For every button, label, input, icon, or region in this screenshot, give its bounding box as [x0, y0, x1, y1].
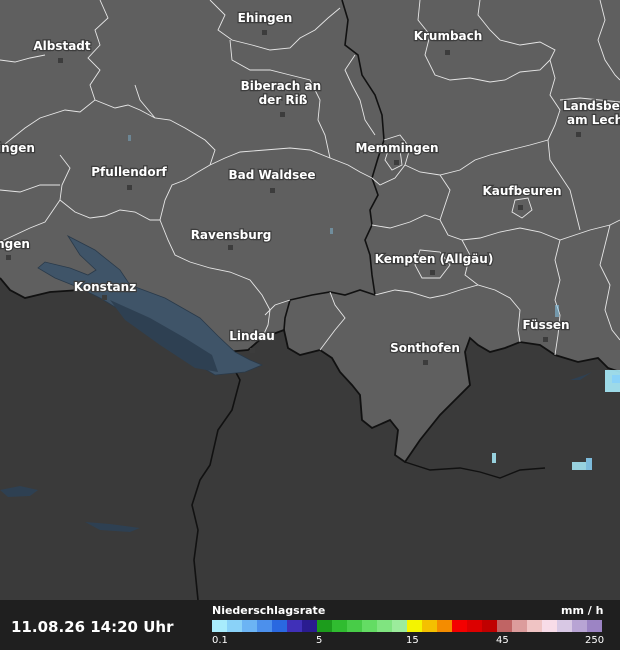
- city-dot-sonthofen: [423, 360, 428, 365]
- city-label-ehingen: Ehingen: [238, 11, 293, 25]
- legend-unit: mm / h: [561, 604, 604, 617]
- precipitation-map[interactable]: Ehingen Albstadt Krumbach Biberach an de…: [0, 0, 620, 600]
- city-dot-krumbach: [445, 50, 450, 55]
- city-dot-konstanz: [102, 295, 107, 300]
- city-dot-singen: [6, 255, 11, 260]
- legend-swatch-5: [287, 620, 302, 632]
- city-label-konstanz: Konstanz: [74, 280, 136, 294]
- city-label-krumbach: Krumbach: [414, 29, 483, 43]
- legend-swatch-20: [512, 620, 527, 632]
- legend-swatch-6: [302, 620, 317, 632]
- city-label-badwaldsee: Bad Waldsee: [228, 168, 315, 182]
- city-label-landsberg: Landsbe am Lech: [563, 99, 620, 127]
- legend-swatch-14: [422, 620, 437, 632]
- city-dot-memmingen: [394, 160, 399, 165]
- city-label-sonthofen: Sonthofen: [390, 341, 460, 355]
- city-label-pfullendorf: Pfullendorf: [91, 165, 167, 179]
- legend-swatch-2: [242, 620, 257, 632]
- legend-swatch-18: [482, 620, 497, 632]
- city-dot-kaufbeuren: [518, 205, 523, 210]
- legend-swatch-22: [542, 620, 557, 632]
- city-label-fussen: Füssen: [522, 318, 569, 332]
- legend-title: Niederschlagsrate: [212, 604, 326, 617]
- city-dot-landsberg: [576, 132, 581, 137]
- legend-swatch-11: [377, 620, 392, 632]
- city-label-kaufbeuren: Kaufbeuren: [482, 184, 561, 198]
- legend-tick-4: 250: [585, 635, 605, 646]
- legend-swatch-4: [272, 620, 287, 632]
- city-label-ravensburg: Ravensburg: [191, 228, 272, 242]
- legend-swatch-24: [572, 620, 587, 632]
- city-dot-ravensburg: [228, 245, 233, 250]
- legend-tick-2: 15: [406, 635, 419, 646]
- legend-swatch-10: [362, 620, 377, 632]
- legend-tick-3: 45: [496, 635, 509, 646]
- legend-swatch-0: [212, 620, 227, 632]
- city-label-singen: ngen: [0, 237, 30, 251]
- legend-swatch-3: [257, 620, 272, 632]
- legend-swatch-13: [407, 620, 422, 632]
- city-label-kempten: Kempten (Allgäu): [375, 252, 494, 266]
- legend-swatch-16: [452, 620, 467, 632]
- legend-swatch-23: [557, 620, 572, 632]
- city-dot-fussen: [543, 337, 548, 342]
- legend-swatch-15: [437, 620, 452, 632]
- city-dot-pfullendorf: [127, 185, 132, 190]
- city-dot-badwaldsee: [270, 188, 275, 193]
- city-label-lindau: Lindau: [229, 329, 275, 343]
- city-label-sigmaringen: ingen: [0, 141, 35, 155]
- legend-color-bar: [212, 620, 602, 632]
- legend-swatch-9: [347, 620, 362, 632]
- city-dot-kempten: [430, 270, 435, 275]
- legend-swatch-8: [332, 620, 347, 632]
- city-dot-biberach: [280, 112, 285, 117]
- city-dot-ehingen: [262, 30, 267, 35]
- legend-swatch-7: [317, 620, 332, 632]
- legend-swatch-1: [227, 620, 242, 632]
- legend-swatch-21: [527, 620, 542, 632]
- city-label-memmingen: Memmingen: [355, 141, 438, 155]
- legend-swatch-25: [587, 620, 602, 632]
- timestamp: 11.08.26 14:20 Uhr: [11, 618, 174, 636]
- city-label-albstadt: Albstadt: [33, 39, 91, 53]
- legend-swatch-17: [467, 620, 482, 632]
- legend-tick-1: 5: [316, 635, 323, 646]
- legend-swatch-19: [497, 620, 512, 632]
- legend-tick-0: 0.1: [212, 635, 228, 646]
- legend-swatch-12: [392, 620, 407, 632]
- city-dot-albstadt: [58, 58, 63, 63]
- city-dot-lindau: [250, 348, 255, 353]
- legend-footer: 11.08.26 14:20 Uhr Niederschlagsrate mm …: [0, 600, 620, 650]
